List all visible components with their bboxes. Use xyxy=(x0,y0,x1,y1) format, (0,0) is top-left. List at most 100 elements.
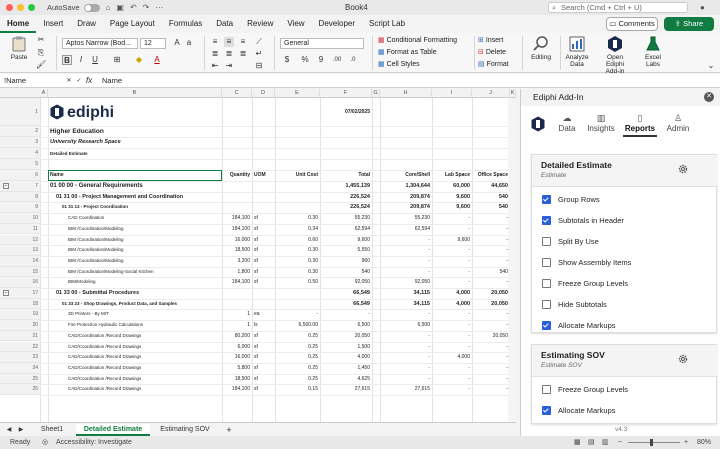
close-pane-button[interactable]: ✕ xyxy=(704,92,714,102)
group-collapse-icon[interactable]: − xyxy=(3,183,9,189)
checkbox[interactable] xyxy=(542,236,551,246)
tab-sheet1[interactable]: Sheet1 xyxy=(34,424,70,436)
row-header-19[interactable]: 19 xyxy=(0,309,40,321)
page-break-view-icon[interactable]: ▥ xyxy=(602,436,609,449)
row-header-9[interactable]: 9 xyxy=(0,202,40,214)
percent-icon[interactable]: % xyxy=(300,55,310,65)
align-right-icon[interactable]: ≣ xyxy=(238,49,248,59)
row-header-6[interactable]: 6 xyxy=(0,170,40,181)
align-center-icon[interactable]: ≣ xyxy=(224,49,234,59)
zoom-window-button[interactable] xyxy=(28,4,35,11)
name-box[interactable]: !Name xyxy=(2,75,62,87)
more-icon[interactable]: ··· xyxy=(155,3,163,12)
tab-detailed-estimate[interactable]: Detailed Estimate xyxy=(76,424,150,436)
format-painter-icon[interactable]: 🖌 xyxy=(36,60,46,70)
selected-cell[interactable] xyxy=(48,170,222,181)
row-header-20[interactable]: 20 xyxy=(0,320,40,331)
format-cells-button[interactable]: ▤ Format xyxy=(478,60,509,68)
bold-button[interactable]: B xyxy=(62,55,72,65)
ribbon-collapse-icon[interactable]: ⌄ xyxy=(706,61,716,71)
next-sheet-icon[interactable]: ▶ xyxy=(16,425,26,435)
redo-icon[interactable]: ↷ xyxy=(143,3,150,12)
conditional-formatting-button[interactable]: ▦ Conditional Formatting xyxy=(378,36,457,44)
column-header-g[interactable]: G xyxy=(372,89,380,98)
row-header-25[interactable]: 25 xyxy=(0,373,40,385)
normal-view-icon[interactable]: ▦ xyxy=(574,436,581,449)
row-header-5[interactable]: 5 xyxy=(0,159,40,170)
share-button[interactable]: ⇪ Share xyxy=(664,17,714,31)
align-top-icon[interactable]: ≡ xyxy=(210,37,220,47)
checkbox[interactable] xyxy=(542,194,551,204)
borders-icon[interactable]: ⊞ xyxy=(112,55,122,65)
row-header-13[interactable]: 13 xyxy=(0,245,40,256)
search-box[interactable]: ⌕ Search (Cmd + Ctrl + U) xyxy=(548,2,688,13)
column-header-k[interactable]: K xyxy=(510,89,516,98)
page-layout-view-icon[interactable]: ▤ xyxy=(588,436,595,449)
delete-cells-button[interactable]: ⊟ Delete xyxy=(478,48,506,56)
confirm-entry-icon[interactable]: ✓ xyxy=(74,76,84,86)
zoom-level[interactable]: 80% xyxy=(697,436,711,449)
nav-reports[interactable]: ▯ Reports xyxy=(623,112,657,137)
decrease-font-icon[interactable]: a xyxy=(184,38,194,48)
row-header-2[interactable]: 2 xyxy=(0,126,40,137)
insert-function-icon[interactable]: fx xyxy=(86,75,92,87)
nav-admin[interactable]: ♙ Admin xyxy=(663,112,693,133)
tab-insert[interactable]: Insert xyxy=(36,15,70,33)
tab-script-lab[interactable]: Script Lab xyxy=(362,15,412,33)
row-header-24[interactable]: 24 xyxy=(0,362,40,374)
nav-insights[interactable]: ▥ Insights xyxy=(583,112,619,133)
row-header-18[interactable]: 18 xyxy=(0,298,40,310)
open-ediphi-button[interactable]: Open Ediphi Add-in xyxy=(600,35,630,75)
copy-icon[interactable]: ⎘ xyxy=(36,48,46,58)
cancel-entry-icon[interactable]: ✕ xyxy=(64,76,74,86)
paste-button[interactable]: Paste xyxy=(4,35,34,61)
comma-style-icon[interactable]: 9 xyxy=(316,55,326,65)
close-window-button[interactable] xyxy=(6,4,13,11)
minimize-window-button[interactable] xyxy=(17,4,24,11)
column-header-j[interactable]: J xyxy=(472,89,510,98)
row-header-26[interactable]: 26 xyxy=(0,384,40,395)
zoom-slider[interactable] xyxy=(628,442,680,443)
prev-sheet-icon[interactable]: ◀ xyxy=(4,425,14,435)
zoom-out-icon[interactable]: − xyxy=(618,436,622,449)
gear-icon[interactable] xyxy=(677,353,689,365)
checkbox[interactable] xyxy=(542,320,551,330)
tab-estimating-sov[interactable]: Estimating SOV xyxy=(156,424,214,436)
excel-labs-button[interactable]: Excel Labs xyxy=(638,35,668,68)
autosave-toggle[interactable] xyxy=(83,3,100,12)
window-controls[interactable] xyxy=(6,4,35,11)
zoom-slider-thumb[interactable] xyxy=(650,439,653,446)
row-header-11[interactable]: 11 xyxy=(0,223,40,235)
wrap-text-icon[interactable]: ↵ xyxy=(254,49,264,59)
checkbox[interactable] xyxy=(542,405,551,415)
decrease-decimal-icon[interactable]: .0 xyxy=(348,55,358,65)
checkbox[interactable] xyxy=(542,257,551,267)
cell-styles-button[interactable]: ▦ Cell Styles xyxy=(378,60,420,68)
nav-data[interactable]: ☁ Data xyxy=(555,112,579,133)
increase-font-icon[interactable]: A xyxy=(172,38,182,48)
column-header-f[interactable]: F xyxy=(320,89,372,98)
group-collapse-icon[interactable]: − xyxy=(3,290,9,296)
row-header-14[interactable]: 14 xyxy=(0,255,40,267)
option-split-by-use[interactable]: Split By Use xyxy=(542,235,599,247)
comments-button[interactable]: ▭ Comments xyxy=(606,17,658,31)
tab-developer[interactable]: Developer xyxy=(312,15,362,33)
column-header-h[interactable]: H xyxy=(380,89,432,98)
option-show-assembly-items[interactable]: Show Assembly Items xyxy=(542,256,631,268)
row-header-8[interactable]: 8 xyxy=(0,191,40,203)
option-subtotals-in-header[interactable]: Subtotals in Header xyxy=(542,214,624,226)
add-sheet-button[interactable]: + xyxy=(222,424,236,436)
tab-formulas[interactable]: Formulas xyxy=(162,15,209,33)
tab-home[interactable]: Home xyxy=(0,15,37,33)
increase-decimal-icon[interactable]: .00 xyxy=(332,55,342,65)
tab-page-layout[interactable]: Page Layout xyxy=(103,15,162,33)
option-group-rows[interactable]: Group Rows xyxy=(542,193,600,205)
font-size-select[interactable]: 12 xyxy=(140,38,166,49)
cut-icon[interactable]: ✂ xyxy=(36,35,46,45)
align-middle-icon[interactable]: ≡ xyxy=(224,37,234,47)
home-icon[interactable]: ⌂ xyxy=(106,3,111,12)
row-header-10[interactable]: 10 xyxy=(0,213,40,224)
undo-icon[interactable]: ↶ xyxy=(130,3,137,12)
align-bottom-icon[interactable]: ≡ xyxy=(238,37,248,47)
column-header-a[interactable]: A xyxy=(40,89,48,98)
